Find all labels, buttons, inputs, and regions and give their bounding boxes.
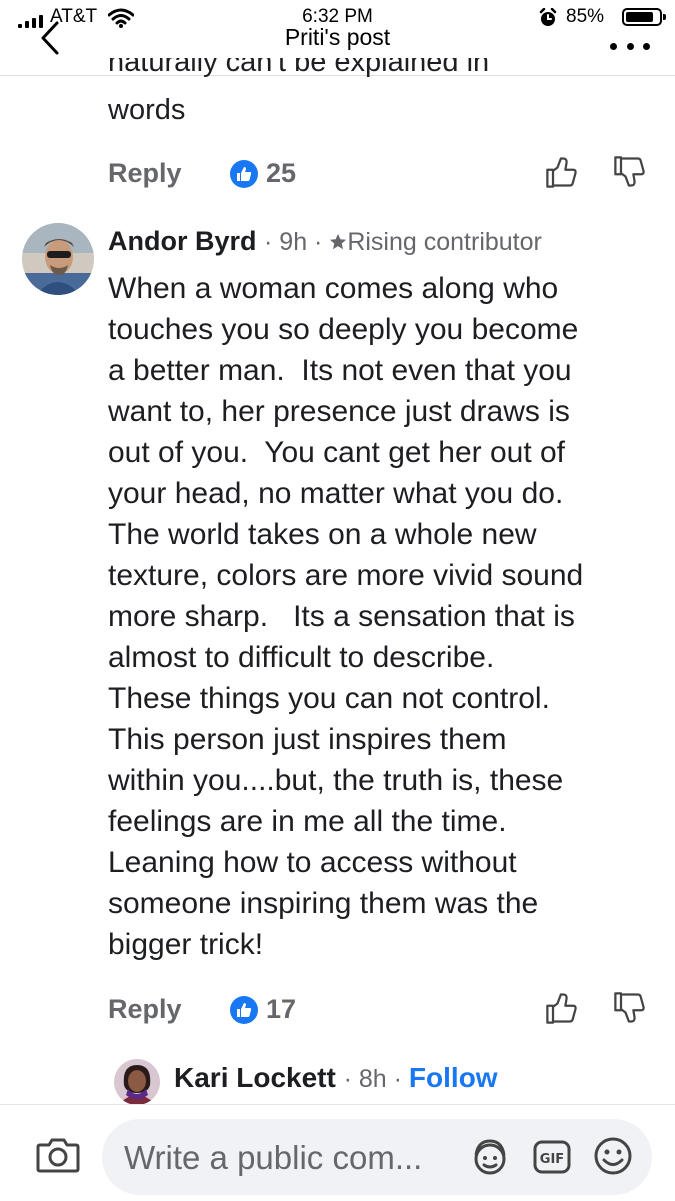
comment-text-line: The world takes on a whole new xyxy=(108,518,537,551)
comment-text-line: feelings are in me all the time. xyxy=(108,805,507,838)
reply-button[interactable]: Reply xyxy=(108,994,182,1025)
comment-text-line: someone inspiring them was the xyxy=(108,887,539,920)
comment-text-line: your head, no matter what you do. xyxy=(108,477,564,510)
comment-text-line: This person just inspires them xyxy=(108,723,507,756)
reply-header: Kari Lockett · 8h · Follow xyxy=(174,1062,498,1094)
comment-time: 9h xyxy=(279,228,308,256)
reply-avatar[interactable] xyxy=(114,1059,160,1105)
comment-text-line: texture, colors are more vivid sound xyxy=(108,559,584,592)
separator-dot: · xyxy=(307,228,330,256)
comment-header: Andor Byrd · 9h · Rising contributor xyxy=(108,226,542,257)
reply-button[interactable]: Reply xyxy=(108,158,182,189)
comment-text-line: bigger trick! xyxy=(108,928,264,961)
post-title: Priti's post xyxy=(284,24,391,50)
previous-comment-text: words xyxy=(108,94,186,126)
separator-dot: · xyxy=(343,1065,359,1093)
comment-text-line: almost to difficult to describe. xyxy=(108,641,495,674)
separator-dot: · xyxy=(264,228,280,256)
follow-button[interactable]: Follow xyxy=(409,1062,498,1093)
avatar-sticker-icon[interactable] xyxy=(470,1137,510,1177)
comment-text-line: more sharp. Its a sensation that is xyxy=(108,600,575,633)
thumbs-up-icon[interactable] xyxy=(544,990,580,1026)
like-icon xyxy=(230,996,258,1024)
camera-icon[interactable] xyxy=(36,1135,80,1173)
reply-time: 8h xyxy=(358,1065,387,1093)
contributor-badge: Rising contributor xyxy=(347,228,542,256)
thumbs-up-icon[interactable] xyxy=(544,154,580,190)
comment-text-line: These things you can not control. xyxy=(108,682,550,715)
separator-dot: · xyxy=(386,1065,409,1093)
comment-composer-bar: Write a public com... GIF xyxy=(0,1104,675,1201)
comment-text-line: touches you so deeply you become xyxy=(108,313,579,346)
previous-comment-cut-line: naturally can't be explained in xyxy=(108,58,490,78)
comment-text-line: a better man. Its not even that you xyxy=(108,354,572,387)
comment-text-line: Leaning how to access without xyxy=(108,846,517,879)
like-count[interactable]: 25 xyxy=(266,158,296,189)
like-count[interactable]: 17 xyxy=(266,994,296,1025)
comment-input-placeholder: Write a public com... xyxy=(124,1139,423,1176)
comment-text-line: out of you. You cant get her out of xyxy=(108,436,566,469)
more-icon[interactable] xyxy=(610,36,650,56)
previous-comment-actions: Reply 25 xyxy=(108,152,648,192)
gif-icon[interactable]: GIF xyxy=(532,1137,572,1177)
comment-text-line: within you....but, the truth is, these xyxy=(108,764,564,797)
like-icon xyxy=(230,160,258,188)
thumbs-down-icon[interactable] xyxy=(612,154,648,190)
emoji-icon[interactable] xyxy=(592,1135,634,1177)
thumbs-down-icon[interactable] xyxy=(612,990,648,1026)
comment-author[interactable]: Andor Byrd xyxy=(108,226,257,256)
comment-input[interactable]: Write a public com... GIF xyxy=(102,1119,652,1195)
comment-text-line: want to, her presence just draws is xyxy=(108,395,570,428)
reply-author[interactable]: Kari Lockett xyxy=(174,1062,336,1093)
comment-text-line: When a woman comes along who xyxy=(108,272,559,305)
comment-actions: Reply 17 xyxy=(108,988,648,1028)
svg-text:GIF: GIF xyxy=(540,1152,564,1167)
star-icon xyxy=(330,233,347,250)
comment-text: When a woman comes along who touches you … xyxy=(108,268,668,965)
avatar[interactable] xyxy=(22,223,94,295)
